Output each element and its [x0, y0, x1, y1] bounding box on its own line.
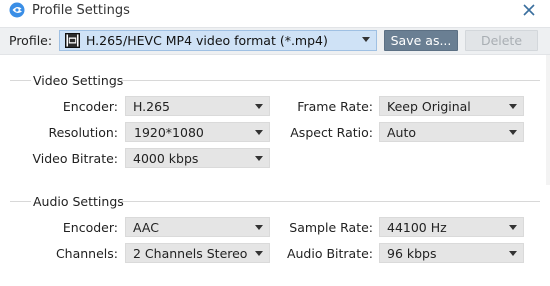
video-bitrate-value: 4000 kbps: [133, 151, 199, 166]
aspect-ratio-label: Aspect Ratio:: [290, 125, 373, 140]
video-encoder-dropdown[interactable]: H.265: [125, 96, 270, 116]
app-logo-icon: [9, 2, 25, 18]
sample-rate-label: Sample Rate:: [289, 220, 373, 235]
video-bitrate-label: Video Bitrate:: [32, 151, 118, 166]
video-encoder-value: H.265: [133, 99, 171, 114]
profile-row: Profile: H.265/HEVC MP4 video format (*.…: [0, 27, 550, 55]
video-bitrate-dropdown[interactable]: 4000 kbps: [125, 148, 270, 168]
chevron-down-icon: [255, 156, 263, 161]
title-bar: Profile Settings: [0, 0, 550, 22]
profile-value: H.265/HEVC MP4 video format (*.mp4): [86, 33, 328, 48]
chevron-down-icon: [255, 104, 263, 109]
video-section-line-left: [10, 80, 31, 81]
chevron-down-icon: [509, 251, 517, 256]
profile-label: Profile:: [9, 33, 53, 48]
window-title: Profile Settings: [32, 3, 130, 18]
channels-label: Channels:: [55, 246, 118, 261]
close-button[interactable]: [519, 0, 539, 20]
mp4-icon: [65, 33, 80, 48]
channels-value: 2 Channels Stereo: [133, 246, 248, 261]
audio-encoder-dropdown[interactable]: AAC: [125, 217, 270, 237]
frame-rate-value: Keep Original: [387, 99, 471, 114]
aspect-ratio-dropdown[interactable]: Auto: [379, 122, 524, 142]
frame-rate-label: Frame Rate:: [297, 99, 373, 114]
resolution-dropdown[interactable]: 1920*1080: [125, 122, 270, 142]
audio-settings-title: Audio Settings: [33, 194, 124, 209]
dialog-edge: [546, 55, 550, 185]
chevron-down-icon: [255, 130, 263, 135]
chevron-down-icon: [362, 37, 370, 42]
audio-section-line-left: [10, 201, 31, 202]
chevron-down-icon: [509, 104, 517, 109]
audio-encoder-label: Encoder:: [62, 220, 118, 235]
audio-section-line-right: [121, 201, 540, 202]
audio-bitrate-dropdown[interactable]: 96 kbps: [379, 243, 524, 263]
save-as-button[interactable]: Save as...: [384, 30, 458, 51]
resolution-label: Resolution:: [48, 125, 118, 140]
sample-rate-dropdown[interactable]: 44100 Hz: [379, 217, 524, 237]
video-encoder-label: Encoder:: [62, 99, 118, 114]
aspect-ratio-value: Auto: [387, 125, 417, 140]
profile-dropdown[interactable]: H.265/HEVC MP4 video format (*.mp4): [59, 30, 377, 51]
close-icon: [523, 4, 535, 16]
resolution-value: 1920*1080: [134, 125, 204, 140]
chevron-down-icon: [255, 251, 263, 256]
video-settings-title: Video Settings: [33, 73, 124, 88]
audio-bitrate-label: Audio Bitrate:: [286, 246, 373, 261]
video-section-line-right: [121, 80, 540, 81]
audio-encoder-value: AAC: [133, 220, 159, 235]
sample-rate-value: 44100 Hz: [387, 220, 447, 235]
chevron-down-icon: [509, 130, 517, 135]
profile-settings-dialog: Profile Settings Profile: H.265/HEVC MP4…: [0, 0, 550, 286]
chevron-down-icon: [255, 225, 263, 230]
frame-rate-dropdown[interactable]: Keep Original: [379, 96, 524, 116]
audio-bitrate-value: 96 kbps: [387, 246, 437, 261]
delete-button[interactable]: Delete: [465, 30, 538, 51]
channels-dropdown[interactable]: 2 Channels Stereo: [125, 243, 270, 263]
chevron-down-icon: [509, 225, 517, 230]
